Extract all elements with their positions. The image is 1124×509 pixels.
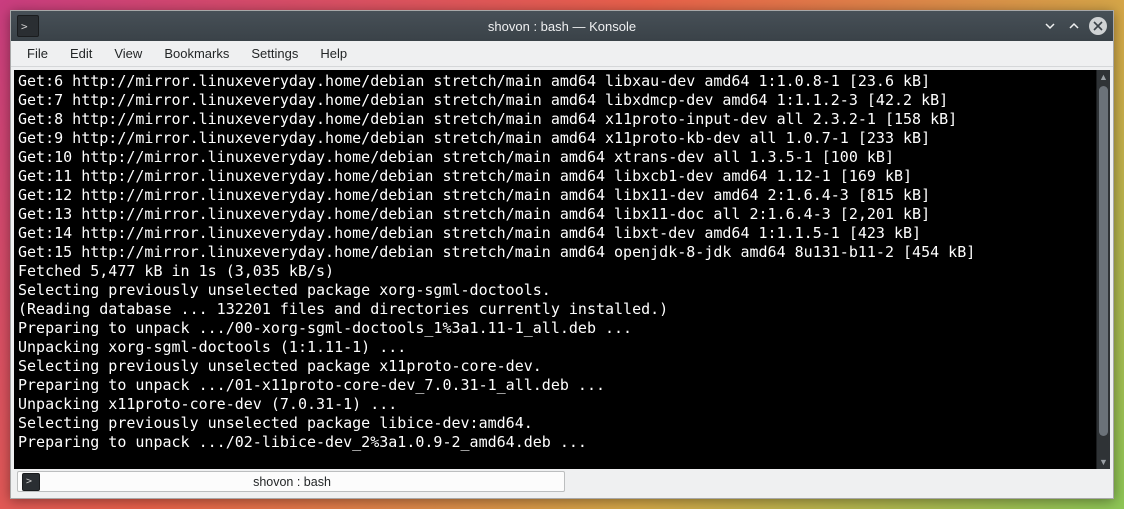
konsole-window: shovon : bash — Konsole File Edit View B… xyxy=(10,10,1114,499)
scroll-down-icon[interactable]: ▼ xyxy=(1097,455,1110,469)
close-button[interactable] xyxy=(1089,17,1107,35)
close-icon xyxy=(1093,21,1103,31)
tab-session[interactable]: shovon : bash xyxy=(17,471,565,492)
titlebar[interactable]: shovon : bash — Konsole xyxy=(11,11,1113,41)
menu-view[interactable]: View xyxy=(104,43,152,64)
chevron-up-icon xyxy=(1068,20,1080,32)
window-controls xyxy=(1041,17,1107,35)
minimize-button[interactable] xyxy=(1041,17,1059,35)
window-title: shovon : bash — Konsole xyxy=(488,19,636,34)
scrollbar[interactable]: ▲ ▼ xyxy=(1096,70,1110,469)
menu-edit[interactable]: Edit xyxy=(60,43,102,64)
menu-bookmarks[interactable]: Bookmarks xyxy=(154,43,239,64)
menu-file[interactable]: File xyxy=(17,43,58,64)
tab-label: shovon : bash xyxy=(44,475,564,489)
terminal-wrap: Get:6 http://mirror.linuxeveryday.home/d… xyxy=(14,70,1110,469)
terminal-area: Get:6 http://mirror.linuxeveryday.home/d… xyxy=(11,67,1113,498)
tabbar: shovon : bash xyxy=(14,469,1110,495)
terminal-output[interactable]: Get:6 http://mirror.linuxeveryday.home/d… xyxy=(14,70,1096,469)
chevron-down-icon xyxy=(1044,20,1056,32)
maximize-button[interactable] xyxy=(1065,17,1083,35)
scroll-up-icon[interactable]: ▲ xyxy=(1097,70,1110,84)
terminal-icon xyxy=(17,15,39,37)
scrollbar-thumb[interactable] xyxy=(1099,86,1108,436)
menu-settings[interactable]: Settings xyxy=(241,43,308,64)
menu-help[interactable]: Help xyxy=(310,43,357,64)
menubar: File Edit View Bookmarks Settings Help xyxy=(11,41,1113,67)
terminal-icon xyxy=(22,473,40,491)
